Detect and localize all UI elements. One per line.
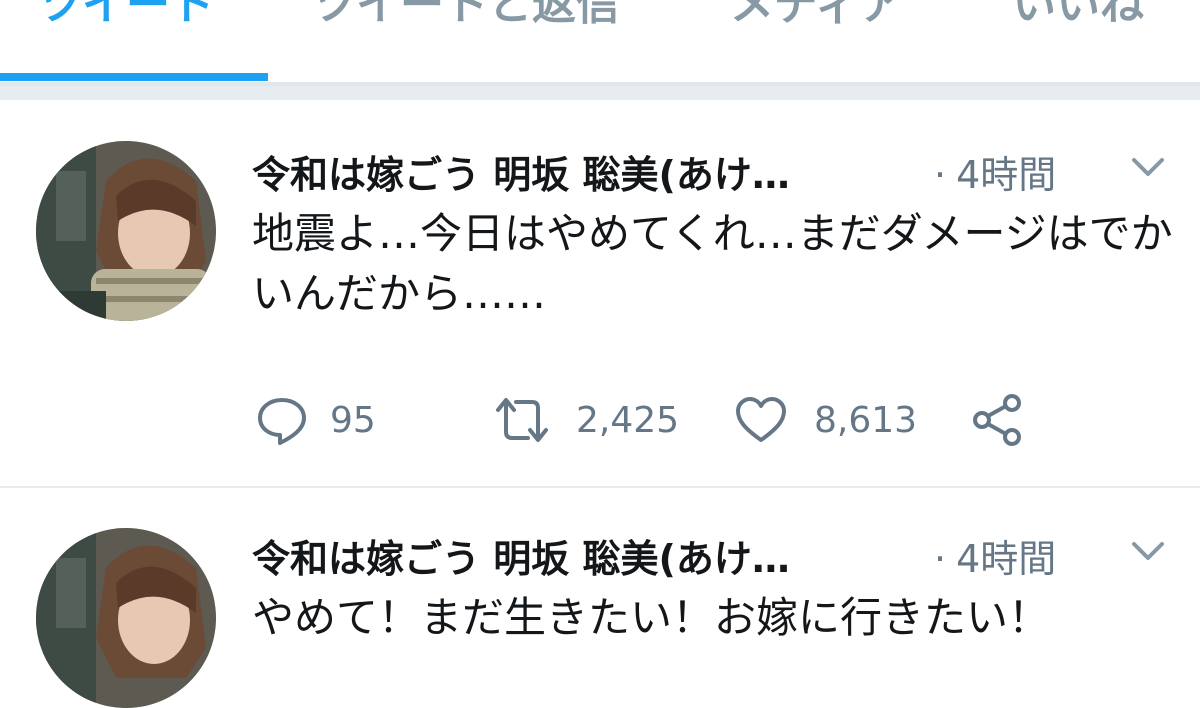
tweet-actions: 95 2,425 8,613 bbox=[256, 390, 1156, 450]
separator-dot: · bbox=[934, 153, 947, 197]
chevron-down-icon[interactable] bbox=[1128, 536, 1168, 566]
timestamp[interactable]: 4時間 bbox=[956, 537, 1056, 581]
tab-tweets[interactable]: ツイート bbox=[38, 0, 214, 40]
profile-tabs: ツイート ツイートと返信 メディア いいね bbox=[0, 0, 1200, 84]
tweet-meta: · 4時間 bbox=[934, 144, 1056, 199]
tweet-text: やめて！まだ生きたい！お嫁に行きたい！ bbox=[252, 593, 1051, 642]
reply-button[interactable]: 95 bbox=[256, 390, 376, 450]
author-name[interactable]: 令和は嫁ごう 明坂 聡美(あけ… bbox=[252, 144, 790, 199]
like-count: 8,613 bbox=[814, 399, 918, 441]
active-tab-indicator bbox=[0, 73, 268, 81]
author-name[interactable]: 令和は嫁ごう 明坂 聡美(あけ… bbox=[252, 528, 790, 583]
separator-dot: · bbox=[934, 537, 947, 581]
section-gap bbox=[0, 86, 1200, 100]
share-icon bbox=[973, 394, 1021, 446]
retweet-button[interactable]: 2,425 bbox=[492, 390, 679, 450]
tweet[interactable]: 令和は嫁ごう 明坂 聡美(あけ… · 4時間 やめて！まだ生きたい！お嫁に行きたい… bbox=[0, 488, 1200, 708]
tab-media[interactable]: メディア bbox=[730, 0, 903, 40]
retweet-count: 2,425 bbox=[576, 399, 680, 441]
tab-tweets-and-replies[interactable]: ツイートと返信 bbox=[312, 0, 620, 40]
heart-icon bbox=[736, 397, 786, 442]
reply-count: 95 bbox=[330, 399, 376, 441]
tweet-meta: · 4時間 bbox=[934, 528, 1056, 583]
timestamp[interactable]: 4時間 bbox=[956, 153, 1056, 197]
chevron-down-icon[interactable] bbox=[1128, 152, 1168, 182]
tab-likes[interactable]: いいね bbox=[1012, 0, 1144, 40]
share-button[interactable] bbox=[970, 390, 1024, 450]
tweet-text: 地震よ…今日はやめてくれ…まだダメージはでかいんだから…… bbox=[252, 209, 1173, 318]
avatar[interactable] bbox=[36, 141, 216, 321]
retweet-icon bbox=[496, 398, 548, 442]
like-button[interactable]: 8,613 bbox=[734, 390, 917, 450]
reply-icon bbox=[258, 398, 306, 445]
tweet[interactable]: 令和は嫁ごう 明坂 聡美(あけ… · 4時間 地震よ…今日はやめてくれ…まだダメー… bbox=[0, 100, 1200, 486]
avatar[interactable] bbox=[36, 528, 216, 708]
